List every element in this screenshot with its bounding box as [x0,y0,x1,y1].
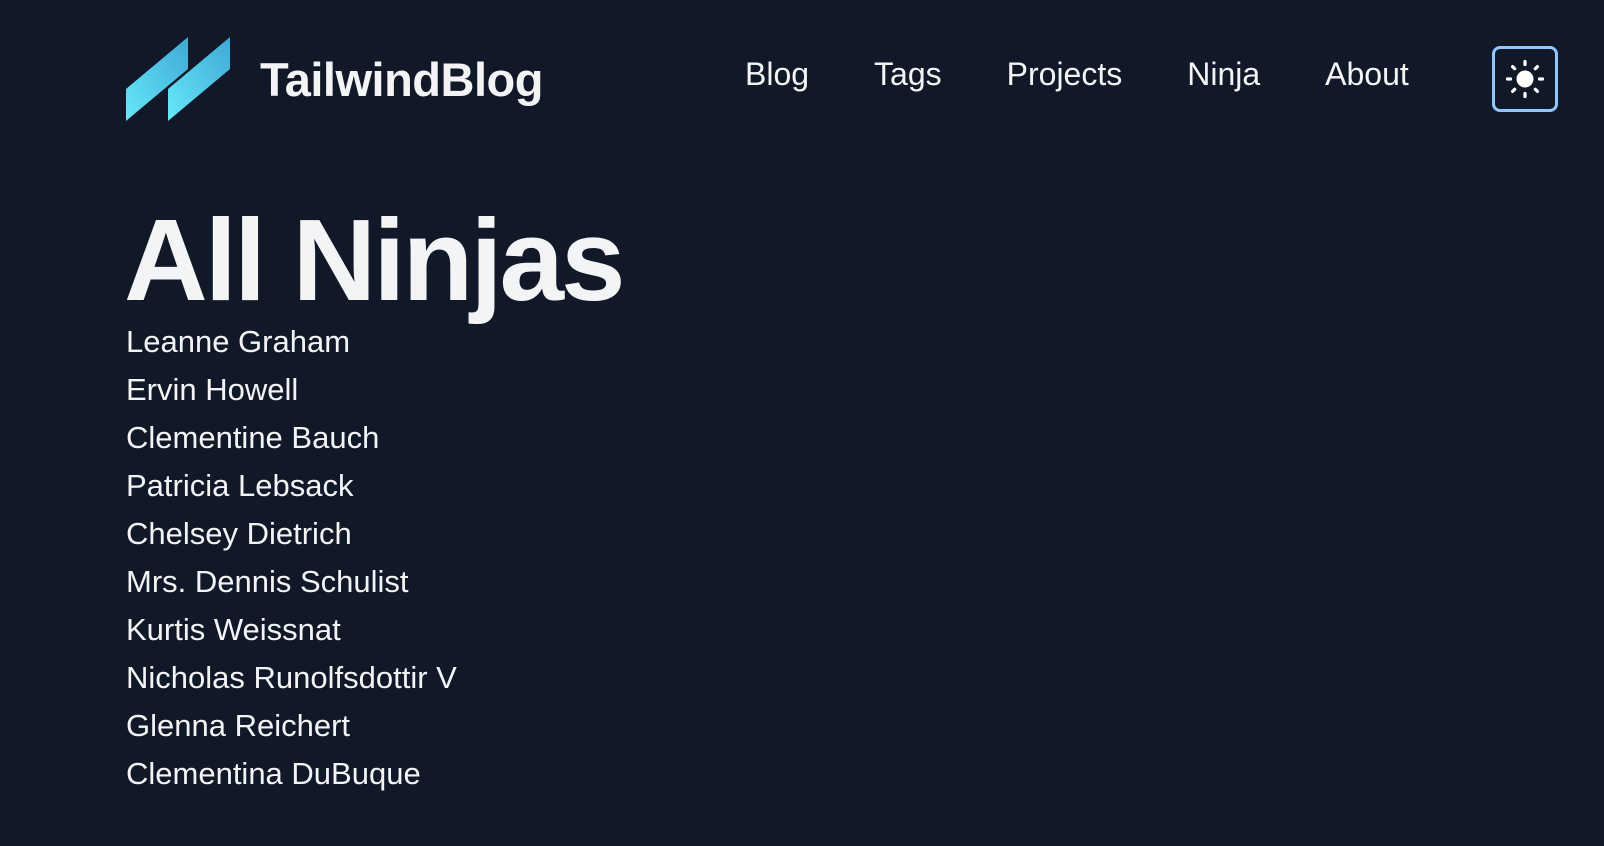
ninja-list-item: Chelsey Dietrich [126,516,352,551]
tailwind-slash-logo-icon [126,37,230,121]
ninja-list-item: Glenna Reichert [126,708,351,743]
site-header: TailwindBlog Blog Tags Projects Ninja Ab… [0,0,1604,160]
nav-link-projects[interactable]: Projects [1007,58,1123,90]
ninja-list-item: Mrs. Dennis Schulist [126,564,409,599]
nav-link-blog[interactable]: Blog [745,58,809,90]
ninja-list-item: Patricia Lebsack [126,468,354,503]
ninja-list: Leanne Graham Ervin Howell Clementine Ba… [126,318,457,798]
nav-link-ninja[interactable]: Ninja [1187,58,1260,90]
ninja-list-item: Leanne Graham [126,324,351,359]
main-nav: Blog Tags Projects Ninja About [745,58,1409,90]
nav-link-tags[interactable]: Tags [874,58,942,90]
ninja-list-item: Kurtis Weissnat [126,612,341,647]
ninja-list-item: Nicholas Runolfsdottir V [126,660,457,695]
nav-link-about[interactable]: About [1325,58,1409,90]
home-link[interactable]: TailwindBlog [126,37,543,121]
ninja-list-item: Ervin Howell [126,372,299,407]
brand-name: TailwindBlog [260,52,543,106]
ninja-list-item: Clementine Bauch [126,420,380,455]
theme-toggle-button[interactable] [1492,46,1558,112]
sun-icon [1505,59,1545,99]
ninja-list-item: Clementina DuBuque [126,756,421,791]
page-title: All Ninjas [124,195,626,325]
